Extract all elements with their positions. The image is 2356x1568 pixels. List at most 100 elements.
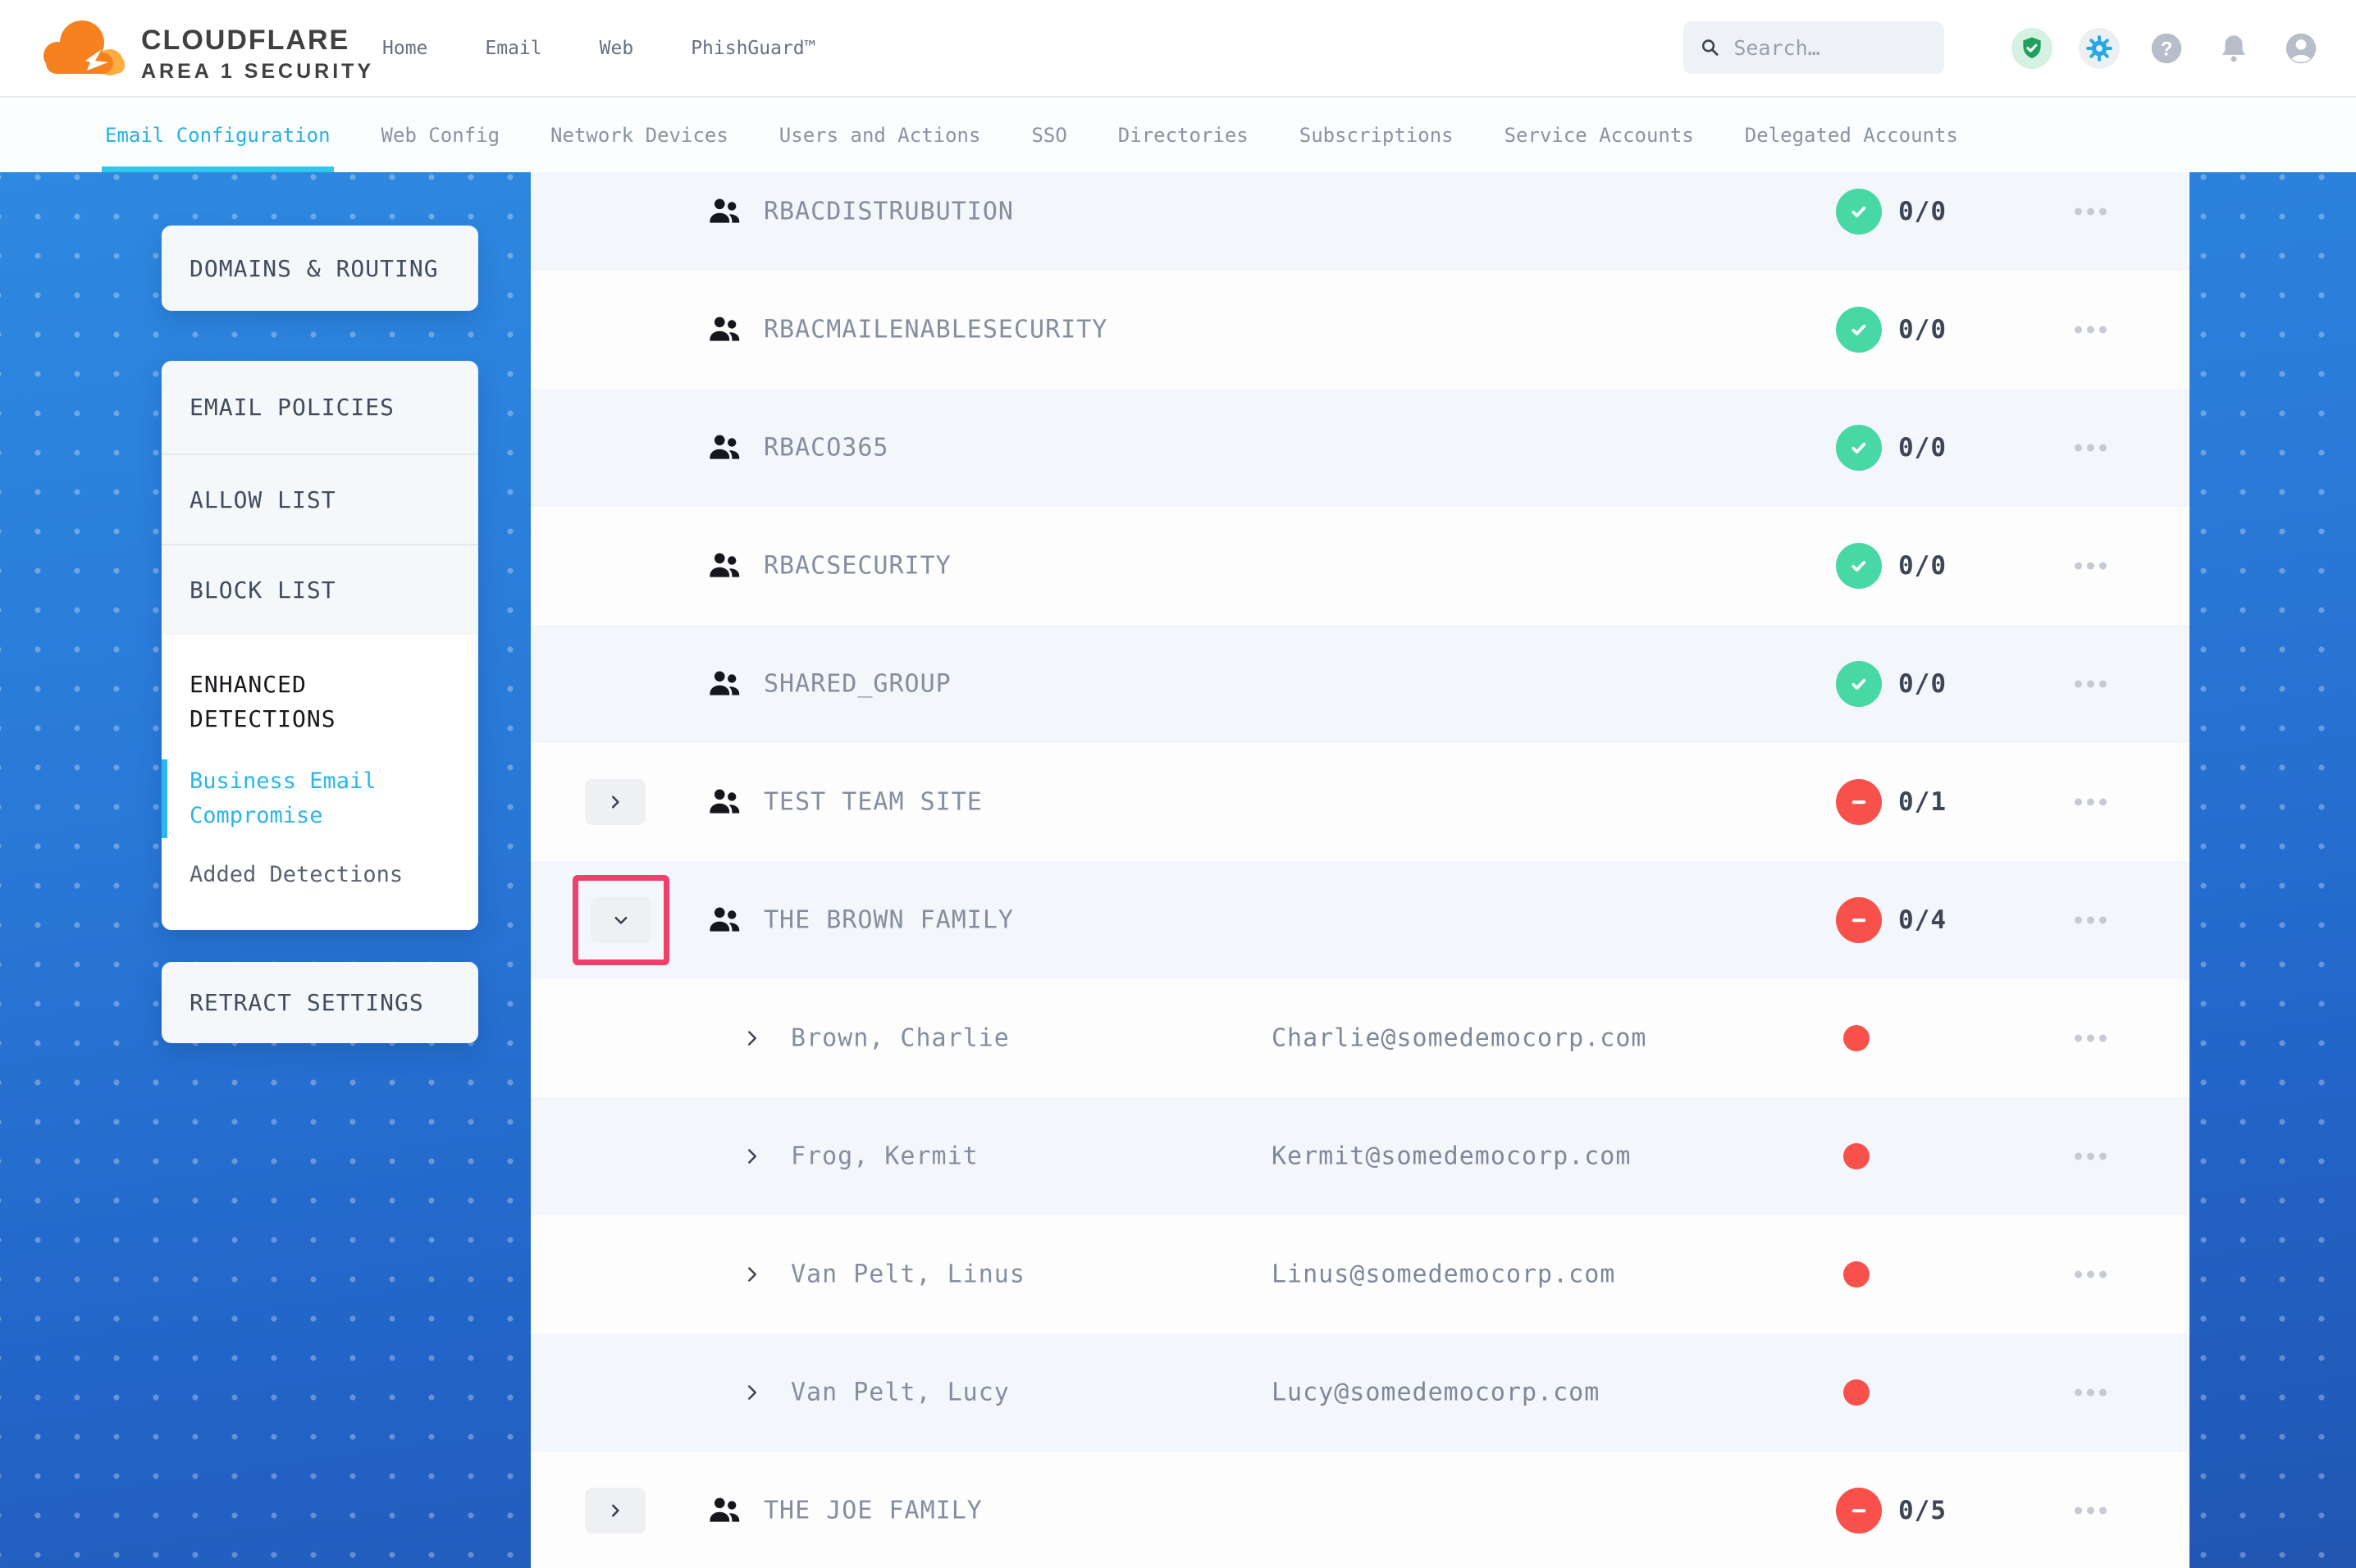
group-name: RBACO365 (764, 434, 889, 463)
status-ok-badge (1836, 189, 1882, 235)
search-icon (1700, 35, 1720, 60)
expand-button[interactable] (585, 1488, 646, 1534)
group-name: TEST TEAM SITE (764, 788, 983, 817)
header-icons: ? (2011, 0, 2322, 96)
app-body: DOMAINS & ROUTING EMAIL POLICIES ALLOW L… (0, 172, 2356, 1568)
table-row: RBACSECURITY 0/0 (531, 507, 2189, 625)
member-count: 0/0 (1898, 551, 1947, 581)
sidebar-item-added-detections[interactable]: Added Detections (162, 858, 478, 892)
row-menu-button[interactable] (2066, 1263, 2115, 1287)
status-ok-badge (1836, 661, 1882, 707)
chevron-right-icon[interactable] (742, 1265, 762, 1284)
row-menu-button[interactable] (2066, 791, 2115, 814)
sidebar-item-block-list[interactable]: BLOCK LIST (162, 544, 478, 635)
groups-table: RBACDISTRUBUTION 0/0 RBACMAILENABLESECUR… (531, 172, 2189, 1568)
chevron-right-icon[interactable] (742, 1146, 762, 1166)
table-row: RBACDISTRUBUTION 0/0 (531, 172, 2189, 271)
row-menu-button[interactable] (2066, 909, 2115, 932)
member-count: 0/0 (1898, 197, 1947, 226)
nav-email[interactable]: Email (485, 38, 541, 59)
cloudflare-cloud-icon (38, 16, 130, 79)
table-row: RBACMAILENABLESECURITY 0/0 (531, 271, 2189, 389)
cloudflare-logo[interactable]: CLOUDFLARE AREA 1 SECURITY (38, 7, 382, 89)
sidebar-item-email-policies[interactable]: EMAIL POLICIES (162, 361, 478, 454)
nav-phishguard[interactable]: PhishGuard™ (691, 38, 815, 59)
settings-gear-icon[interactable] (2079, 28, 2120, 69)
enhanced-detections-title: ENHANCED DETECTIONS (162, 668, 419, 736)
tab-sso[interactable]: SSO (1031, 98, 1066, 172)
member-count: 0/1 (1898, 787, 1947, 817)
row-menu-button[interactable] (2066, 1381, 2115, 1405)
sidebar-item-business-email-compromise[interactable]: Business Email Compromise (162, 764, 478, 833)
row-menu-button[interactable] (2066, 318, 2115, 342)
row-menu-button[interactable] (2066, 1027, 2115, 1051)
sidebar-item-retract-settings[interactable]: RETRACT SETTINGS (162, 962, 478, 1043)
sidebar-item-domains-routing[interactable]: DOMAINS & ROUTING (162, 226, 478, 311)
tab-network-devices[interactable]: Network Devices (550, 98, 728, 172)
group-icon (705, 547, 743, 585)
expand-button[interactable] (585, 779, 646, 825)
member-count: 0/4 (1898, 905, 1947, 935)
group-icon (705, 901, 743, 939)
top-nav: Home Email Web PhishGuard™ (382, 0, 816, 96)
table-row-member: Brown, Charlie Charlie@somedemocorp.com (531, 979, 2189, 1097)
tab-subscriptions[interactable]: Subscriptions (1299, 98, 1454, 172)
member-email: Charlie@somedemocorp.com (1272, 1024, 1646, 1053)
search-input[interactable] (1732, 35, 1928, 61)
group-name: THE JOE FAMILY (764, 1497, 983, 1525)
row-menu-button[interactable] (2066, 672, 2115, 696)
group-icon (705, 665, 743, 703)
tab-web-config[interactable]: Web Config (381, 98, 500, 172)
status-blocked-badge (1836, 897, 1882, 943)
top-header: CLOUDFLARE AREA 1 SECURITY Home Email We… (0, 0, 2356, 98)
config-tab-bar: Email Configuration Web Config Network D… (0, 98, 2356, 172)
member-name: Van Pelt, Linus (791, 1260, 1025, 1289)
table-row-member: Frog, Kermit Kermit@somedemocorp.com (531, 1097, 2189, 1215)
group-icon (705, 429, 743, 467)
table-row: THE JOE FAMILY 0/5 (531, 1452, 2189, 1568)
logo-line2: AREA 1 SECURITY (141, 60, 374, 84)
chevron-right-icon[interactable] (742, 1028, 762, 1048)
tab-users-and-actions[interactable]: Users and Actions (779, 98, 981, 172)
nav-home[interactable]: Home (382, 38, 427, 59)
chevron-right-icon (606, 1502, 624, 1520)
help-icon[interactable]: ? (2146, 28, 2187, 69)
status-dot (1843, 1143, 1870, 1169)
tab-directories[interactable]: Directories (1118, 98, 1249, 172)
row-menu-button[interactable] (2066, 1499, 2115, 1523)
chevron-right-icon[interactable] (742, 1383, 762, 1402)
notifications-bell-icon[interactable] (2213, 28, 2254, 69)
sidebar-label: Business Email Compromise (162, 764, 419, 833)
group-name: THE BROWN FAMILY (764, 906, 1014, 935)
security-shield-icon[interactable] (2011, 28, 2052, 69)
row-menu-button[interactable] (2066, 200, 2115, 224)
sidebar-label: RETRACT SETTINGS (162, 989, 424, 1016)
member-count: 0/0 (1898, 433, 1947, 463)
highlight-annotation-box (573, 875, 669, 965)
tab-delegated-accounts[interactable]: Delegated Accounts (1745, 98, 1958, 172)
svg-text:?: ? (2161, 38, 2173, 60)
status-ok-badge (1836, 425, 1882, 471)
table-row: THE BROWN FAMILY 0/4 (531, 861, 2189, 979)
sidebar-item-allow-list[interactable]: ALLOW LIST (162, 454, 478, 544)
row-menu-button[interactable] (2066, 554, 2115, 578)
group-name: SHARED_GROUP (764, 670, 952, 699)
row-menu-button[interactable] (2066, 436, 2115, 460)
sidebar-label: ALLOW LIST (162, 486, 336, 513)
group-icon (705, 783, 743, 821)
tab-service-accounts[interactable]: Service Accounts (1504, 98, 1694, 172)
group-icon (705, 1492, 743, 1529)
status-dot (1843, 1025, 1870, 1051)
sidebar-label: DOMAINS & ROUTING (162, 255, 439, 282)
nav-web[interactable]: Web (600, 38, 634, 59)
logo-text: CLOUDFLARE AREA 1 SECURITY (141, 7, 374, 84)
table-row-member: Van Pelt, Linus Linus@somedemocorp.com (531, 1215, 2189, 1333)
sidebar-label: Added Detections (162, 858, 419, 892)
enhanced-detections-section: ENHANCED DETECTIONS Business Email Compr… (162, 635, 478, 930)
table-row: SHARED_GROUP 0/0 (531, 625, 2189, 743)
row-menu-button[interactable] (2066, 1145, 2115, 1169)
tab-email-configuration[interactable]: Email Configuration (105, 98, 331, 172)
user-account-icon[interactable] (2281, 28, 2322, 69)
member-count: 0/0 (1898, 669, 1947, 699)
collapse-button[interactable] (591, 897, 651, 943)
